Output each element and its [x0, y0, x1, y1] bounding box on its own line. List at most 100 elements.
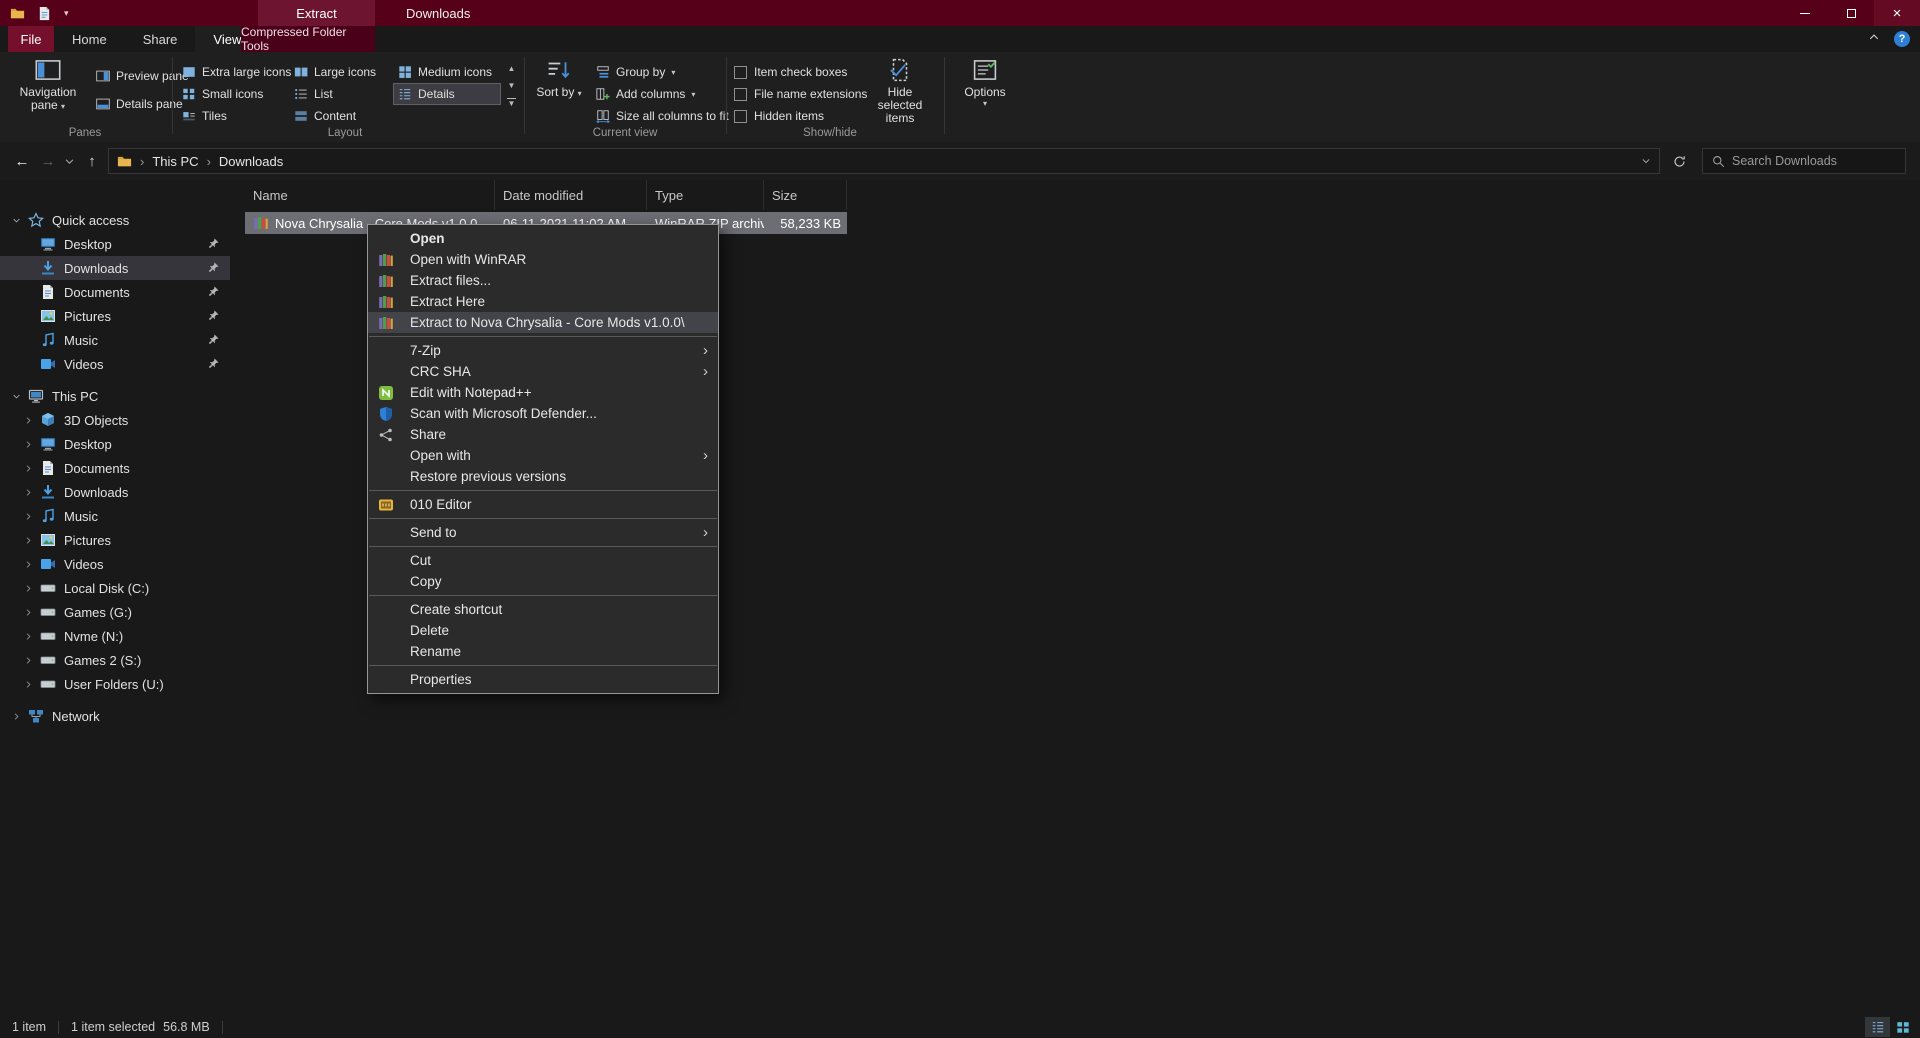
layout-small-icons[interactable]: Small icons: [178, 84, 267, 104]
menu-item-extract-files[interactable]: Extract files...: [368, 270, 718, 291]
sidebar-item-network[interactable]: Network: [0, 704, 230, 728]
search-input[interactable]: [1732, 154, 1882, 168]
breadcrumb-downloads[interactable]: Downloads: [219, 154, 283, 169]
layout-extra-large-icons[interactable]: Extra large icons: [178, 62, 295, 82]
breadcrumb-this-pc[interactable]: This PC: [152, 154, 198, 169]
tab-file[interactable]: File: [8, 26, 54, 52]
sidebar-item-pictures[interactable]: Pictures: [0, 304, 230, 328]
close-button[interactable]: ×: [1874, 0, 1920, 26]
gallery-scroll-down-button[interactable]: ▼: [504, 78, 519, 92]
maximize-button[interactable]: [1828, 0, 1874, 26]
hide-selected-items-button[interactable]: Hide selected items: [862, 54, 938, 134]
sidebar-item-videos[interactable]: Videos: [0, 352, 230, 376]
titlebar-contextual-tab[interactable]: Extract: [258, 0, 375, 26]
layout-large-icons[interactable]: Large icons: [290, 62, 380, 82]
menu-item-rename[interactable]: Rename: [368, 641, 718, 662]
sidebar-item-games-2-s[interactable]: Games 2 (S:): [0, 648, 230, 672]
navigation-pane-icon: [33, 57, 63, 83]
menu-item-create-shortcut[interactable]: Create shortcut: [368, 599, 718, 620]
menu-item-properties[interactable]: Properties: [368, 669, 718, 690]
menu-item-010-editor[interactable]: 010 Editor: [368, 494, 718, 515]
details-view-button[interactable]: [1865, 1017, 1890, 1037]
group-label-layout: Layout: [327, 127, 363, 139]
column-header-type[interactable]: Type: [647, 180, 764, 210]
preview-pane-button[interactable]: Preview pane: [96, 66, 189, 86]
menu-item-share[interactable]: Share: [368, 424, 718, 445]
menu-item-cut[interactable]: Cut: [368, 550, 718, 571]
tab-home[interactable]: Home: [54, 26, 125, 52]
menu-item-crc-sha[interactable]: CRC SHA ›: [368, 361, 718, 382]
details-view-icon: [398, 87, 412, 101]
layout-medium-icons[interactable]: Medium icons: [394, 62, 496, 82]
size-all-columns-button[interactable]: Size all columns to fit: [596, 106, 729, 126]
menu-item-delete[interactable]: Delete: [368, 620, 718, 641]
sidebar-item-games-g[interactable]: Games (G:): [0, 600, 230, 624]
sidebar-item-desktop[interactable]: Desktop: [0, 232, 230, 256]
sidebar-item-documents[interactable]: Documents: [0, 280, 230, 304]
column-headers: Name Date modified Type Size: [245, 180, 1920, 210]
menu-item-7-zip[interactable]: 7-Zip ›: [368, 340, 718, 361]
layout-tiles[interactable]: Tiles: [178, 106, 231, 126]
menu-item-open-with-winrar[interactable]: Open with WinRAR: [368, 249, 718, 270]
sidebar-item-this-pc[interactable]: This PC: [0, 384, 230, 408]
sidebar-item-music[interactable]: Music: [0, 328, 230, 352]
gallery-scroll-up-button[interactable]: ▲: [504, 61, 519, 75]
sidebar-item-3d-objects[interactable]: 3D Objects: [0, 408, 230, 432]
forward-button[interactable]: →: [36, 149, 60, 173]
menu-item-open[interactable]: Open: [368, 228, 718, 249]
sidebar-item-pc-music[interactable]: Music: [0, 504, 230, 528]
file-name-extensions-checkbox[interactable]: File name extensions: [734, 84, 867, 104]
tab-share[interactable]: Share: [125, 26, 196, 52]
details-pane-button[interactable]: Details pane: [96, 94, 183, 114]
menu-item-edit-with-notepad-plus-plus[interactable]: Edit with Notepad++: [368, 382, 718, 403]
customize-quick-access-icon[interactable]: ▾: [64, 8, 69, 19]
sidebar-item-pc-downloads[interactable]: Downloads: [0, 480, 230, 504]
menu-separator: [369, 665, 717, 666]
menu-item-send-to[interactable]: Send to ›: [368, 522, 718, 543]
address-dropdown-button[interactable]: [1641, 154, 1651, 169]
minimize-button[interactable]: [1782, 0, 1828, 26]
sidebar-item-local-disk-c[interactable]: Local Disk (C:): [0, 576, 230, 600]
group-by-button[interactable]: Group by ▾: [596, 62, 675, 82]
sort-by-icon: [544, 57, 574, 83]
search-box[interactable]: [1702, 148, 1906, 174]
sidebar-item-pc-pictures[interactable]: Pictures: [0, 528, 230, 552]
tab-compressed-folder-tools[interactable]: Compressed Folder Tools: [241, 25, 375, 53]
column-header-date-modified[interactable]: Date modified: [495, 180, 647, 210]
column-header-name[interactable]: Name: [245, 180, 495, 210]
navigation-pane-button[interactable]: Navigation pane ▾: [6, 54, 90, 134]
collapse-ribbon-button[interactable]: [1868, 30, 1880, 48]
layout-list[interactable]: List: [290, 84, 337, 104]
column-header-size[interactable]: Size: [764, 180, 847, 210]
large-icons-view-button[interactable]: [1890, 1017, 1915, 1037]
back-button[interactable]: ←: [10, 149, 34, 173]
help-button[interactable]: ?: [1894, 31, 1910, 47]
item-check-boxes-checkbox[interactable]: Item check boxes: [734, 62, 847, 82]
refresh-button[interactable]: [1668, 151, 1690, 171]
sort-by-button[interactable]: Sort by ▾: [530, 54, 588, 134]
sidebar-item-nvme-n[interactable]: Nvme (N:): [0, 624, 230, 648]
layout-content[interactable]: Content: [290, 106, 360, 126]
gallery-more-button[interactable]: ▼: [504, 95, 519, 109]
sidebar-item-pc-videos[interactable]: Videos: [0, 552, 230, 576]
up-button[interactable]: ↑: [80, 149, 104, 173]
menu-item-extract-here[interactable]: Extract Here: [368, 291, 718, 312]
hidden-items-checkbox[interactable]: Hidden items: [734, 106, 824, 126]
sidebar-item-downloads[interactable]: Downloads: [0, 256, 230, 280]
sidebar-item-quick-access[interactable]: Quick access: [0, 208, 230, 232]
layout-details[interactable]: Details: [393, 83, 501, 105]
add-columns-button[interactable]: Add columns ▾: [596, 84, 695, 104]
recent-locations-button[interactable]: [60, 149, 78, 173]
sidebar-item-pc-desktop[interactable]: Desktop: [0, 432, 230, 456]
menu-item-copy[interactable]: Copy: [368, 571, 718, 592]
sidebar-item-user-folders-u[interactable]: User Folders (U:): [0, 672, 230, 696]
properties-icon[interactable]: [37, 6, 52, 21]
options-button[interactable]: Options ▾: [952, 54, 1018, 134]
menu-item-scan-with-microsoft-defender[interactable]: Scan with Microsoft Defender...: [368, 403, 718, 424]
sidebar-item-pc-documents[interactable]: Documents: [0, 456, 230, 480]
submenu-arrow-icon: ›: [703, 342, 708, 359]
menu-item-restore-previous-versions[interactable]: Restore previous versions: [368, 466, 718, 487]
menu-item-extract-to-folder[interactable]: Extract to Nova Chrysalia - Core Mods v1…: [368, 312, 718, 333]
menu-item-open-with[interactable]: Open with ›: [368, 445, 718, 466]
address-field[interactable]: › This PC › Downloads: [108, 148, 1660, 174]
